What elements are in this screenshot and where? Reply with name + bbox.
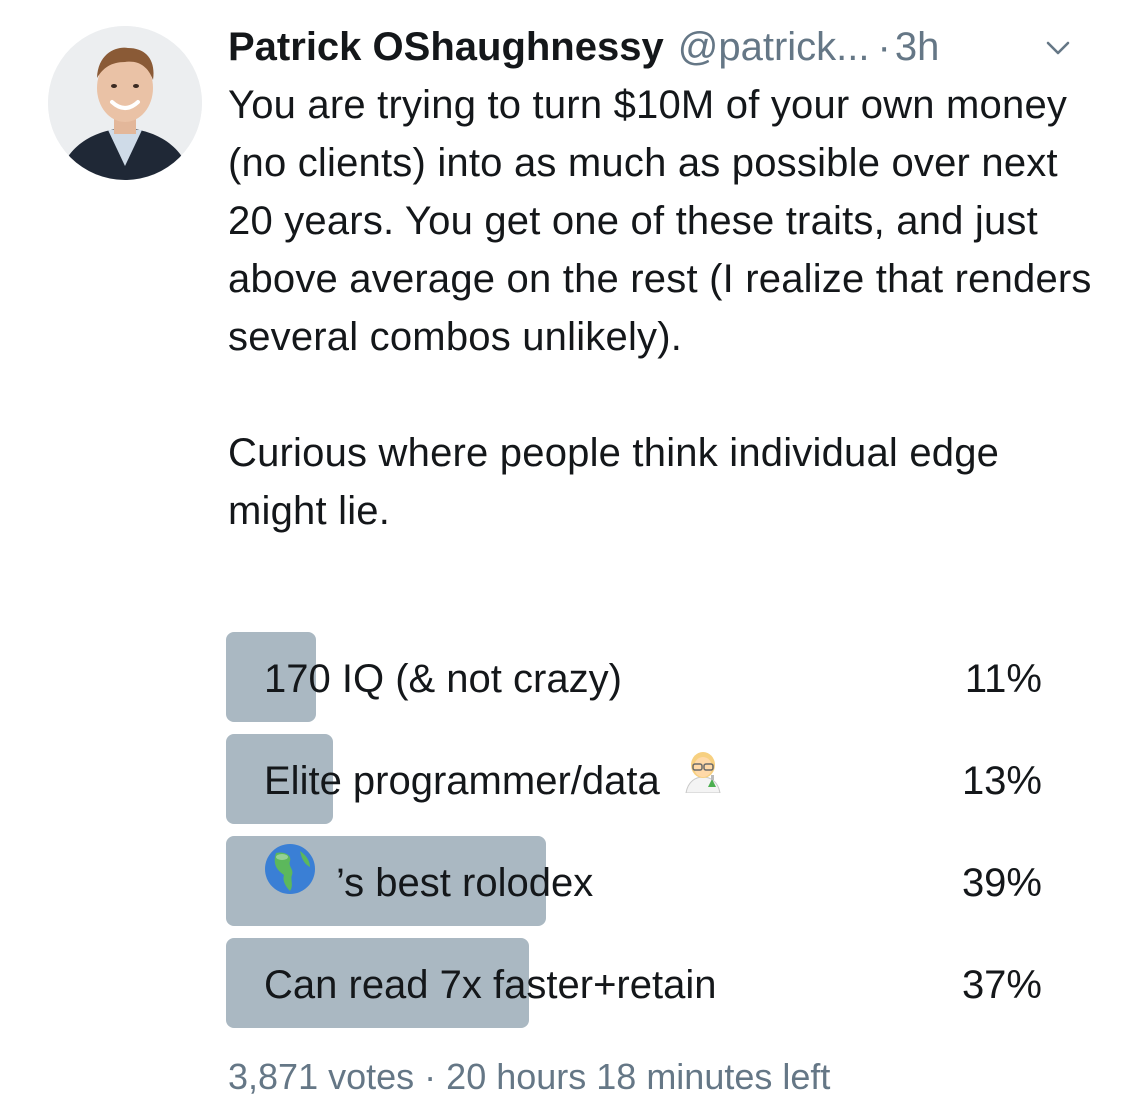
tweet-paragraph: You are trying to turn $10M of your own … xyxy=(228,83,1092,359)
poll-option[interactable]: 170 IQ (& not crazy) 11% xyxy=(226,632,1046,722)
tweet-header: Patrick OShaughnessy @patrick... · 3h xyxy=(228,18,1088,76)
poll-option-percent: 11% xyxy=(964,657,1042,701)
poll-option-text: 170 IQ (& not crazy) xyxy=(264,657,622,701)
woman-scientist-icon xyxy=(680,733,726,827)
poll-option-text: ’s best rolodex xyxy=(336,861,594,905)
poll-option[interactable]: ’s best rolodex 39% xyxy=(226,836,1046,926)
tweet-timestamp[interactable]: 3h xyxy=(895,25,940,69)
author-name[interactable]: Patrick OShaughnessy xyxy=(228,25,664,69)
poll-option-percent: 39% xyxy=(961,861,1042,905)
poll-vote-count: 3,871 votes xyxy=(228,1056,415,1097)
profile-photo xyxy=(48,26,202,180)
poll-option[interactable]: Elite programmer/data 13% xyxy=(226,734,1046,824)
poll-option-label: Can read 7x faster+retain xyxy=(264,938,716,1028)
header-separator: · xyxy=(877,25,891,69)
poll-option-percent: 13% xyxy=(961,759,1042,803)
avatar[interactable] xyxy=(48,26,202,180)
poll-option-label: 170 IQ (& not crazy) xyxy=(264,632,622,722)
poll-footer-separator: · xyxy=(424,1056,437,1097)
poll-footer: 3,871 votes · 20 hours 18 minutes left xyxy=(228,1050,830,1104)
poll-option-label: Elite programmer/data xyxy=(264,734,726,824)
chevron-down-icon[interactable] xyxy=(1046,40,1070,60)
poll-option[interactable]: Can read 7x faster+retain 37% xyxy=(226,938,1046,1028)
poll: 170 IQ (& not crazy) 11% Elite programme… xyxy=(226,632,1046,1040)
globe-americas-icon xyxy=(264,835,316,929)
poll-option-text: Can read 7x faster+retain xyxy=(264,963,717,1007)
poll-option-percent: 37% xyxy=(961,963,1042,1007)
poll-time-left: 20 hours 18 minutes left xyxy=(446,1056,831,1097)
poll-option-text: Elite programmer/data xyxy=(264,759,660,803)
author-handle[interactable]: @patrick... xyxy=(678,25,870,69)
poll-option-label: ’s best rolodex xyxy=(264,836,593,926)
tweet-text: You are trying to turn $10M of your own … xyxy=(228,76,1098,540)
tweet-paragraph: Curious where people think individual ed… xyxy=(228,431,1000,533)
